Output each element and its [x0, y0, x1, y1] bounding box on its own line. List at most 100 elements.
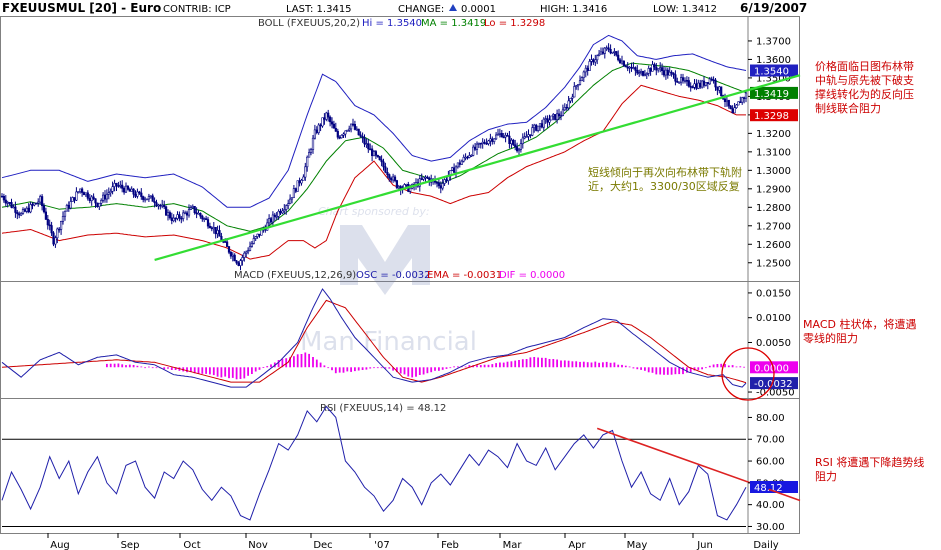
candle-body [575, 85, 578, 88]
man-logo-icon [340, 225, 430, 295]
candle-body [571, 96, 574, 99]
histogram-bar [476, 365, 478, 368]
candle-body [0, 195, 4, 198]
histogram-bar [621, 364, 623, 368]
candle-body [208, 225, 212, 229]
candle-body [23, 209, 27, 212]
histogram-bar [457, 366, 459, 368]
candle-body [660, 67, 664, 71]
candle-body [483, 141, 486, 144]
candle-body [535, 124, 538, 131]
candle-body [161, 204, 164, 207]
candle-body [659, 67, 662, 70]
candle-body [18, 213, 21, 216]
candle-body [342, 133, 345, 136]
candle-body [649, 68, 652, 72]
candle-body [300, 180, 303, 184]
histogram-bar [464, 366, 467, 368]
candle-body [603, 47, 606, 54]
candle-body [584, 67, 587, 73]
candle-body [325, 112, 328, 120]
candle-body [739, 101, 742, 103]
histogram-bar [636, 367, 639, 370]
candle-body [119, 184, 122, 187]
histogram-bar [140, 366, 143, 368]
candle-body [357, 128, 360, 136]
candle-body [126, 185, 129, 190]
candle-body [424, 176, 427, 179]
candle-body [92, 196, 95, 199]
candle-body [96, 202, 99, 208]
candle-body [647, 68, 650, 74]
candle-body [107, 192, 110, 195]
candle-body [397, 186, 400, 189]
histogram-bar [258, 367, 261, 370]
candle-body [514, 144, 517, 148]
candle-body [609, 48, 612, 54]
candle-body [86, 192, 89, 199]
candle-body [735, 104, 738, 109]
candle-body [582, 71, 585, 78]
histogram-bar [624, 365, 627, 368]
histogram-bar [331, 367, 333, 371]
candle-body [708, 78, 711, 85]
rsi-tick-label: 40.00 [756, 500, 785, 511]
candle-body [361, 136, 364, 139]
candle-body [716, 86, 719, 91]
candle-body [601, 51, 604, 54]
histogram-bar [113, 363, 116, 368]
price-layer [0, 34, 748, 271]
candle-body [552, 114, 555, 117]
histogram-bar [609, 362, 612, 368]
price-value-tag-label: 1.3419 [754, 89, 789, 100]
histogram-bar [132, 365, 135, 368]
candle-body [472, 146, 475, 156]
histogram-bar [148, 366, 150, 368]
candle-body [178, 214, 181, 219]
candle-body [98, 202, 101, 207]
candle-body [254, 236, 257, 239]
histogram-bar [296, 354, 299, 368]
price-value-tag-label: 1.3540 [754, 67, 789, 78]
candle-body [84, 192, 87, 196]
histogram-bar [109, 363, 112, 368]
candle-body [346, 129, 349, 132]
candle-body [454, 166, 458, 173]
candle-body [636, 70, 639, 74]
candle-body [611, 51, 614, 54]
candle-body [657, 68, 660, 71]
histogram-bar [212, 367, 215, 376]
rsi-resistance-trendline [596, 427, 770, 491]
candle-body [678, 81, 681, 84]
candle-body [105, 194, 108, 200]
candle-body [639, 71, 643, 74]
candle-body [61, 216, 65, 222]
histogram-bar [235, 367, 238, 380]
histogram-bar [270, 364, 272, 368]
candle-body [252, 238, 255, 244]
candle-body [452, 167, 456, 173]
candle-body [187, 209, 191, 216]
histogram-bar [510, 361, 513, 368]
histogram-bar [605, 361, 608, 368]
histogram-bar [556, 359, 558, 368]
histogram-bar [640, 367, 642, 370]
candle-body [725, 99, 728, 102]
candle-body [243, 252, 246, 258]
candle-body [374, 151, 378, 156]
rsi-tick-label: 80.00 [756, 413, 785, 424]
candle-body [588, 61, 591, 72]
histogram-bar [350, 367, 352, 372]
candle-body [477, 142, 481, 145]
histogram-bar [342, 367, 345, 373]
candle-body [628, 66, 631, 69]
candle-body [733, 107, 736, 114]
candle-body [42, 205, 46, 213]
candle-body [138, 191, 141, 194]
candle-body [191, 206, 194, 208]
histogram-bar [727, 365, 730, 368]
candle-body [77, 191, 80, 193]
candle-body [344, 130, 347, 135]
candle-body [269, 218, 273, 223]
bollinger-annotation: 价格面临日图布林带中轨与原先被下破支撑线转化为的反向压制线联合阻力 [815, 60, 914, 115]
